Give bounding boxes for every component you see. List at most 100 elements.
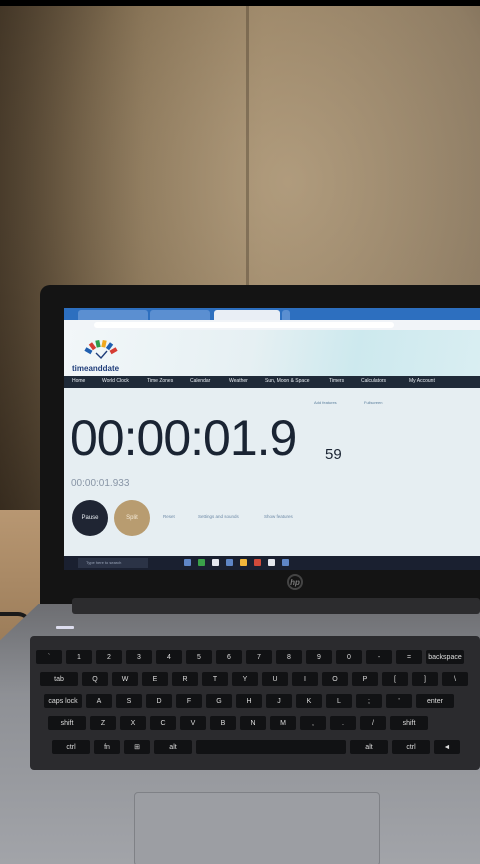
pause-button[interactable]: Pause	[72, 500, 108, 536]
keyboard-key[interactable]: H	[236, 694, 262, 708]
keyboard-key[interactable]: S	[116, 694, 142, 708]
nav-my-account[interactable]: My Account	[409, 378, 435, 384]
nav-world-clock[interactable]: World Clock	[102, 378, 129, 384]
keyboard-key[interactable]: ◄	[434, 740, 460, 754]
keyboard-key[interactable]: tab	[40, 672, 78, 686]
keyboard-key[interactable]: ]	[412, 672, 438, 686]
nav-calculators[interactable]: Calculators	[361, 378, 386, 384]
browser-tab-active[interactable]	[214, 310, 280, 320]
keyboard-key[interactable]: 4	[156, 650, 182, 664]
nav-calendar[interactable]: Calendar	[190, 378, 210, 384]
keyboard-key[interactable]	[196, 740, 346, 754]
keyboard-key[interactable]: fn	[94, 740, 120, 754]
keyboard-key[interactable]: [	[382, 672, 408, 686]
keyboard-key[interactable]: U	[262, 672, 288, 686]
keyboard-key[interactable]: C	[150, 716, 176, 730]
taskbar-icon[interactable]	[198, 559, 205, 566]
keyboard-key[interactable]: Y	[232, 672, 258, 686]
keyboard-key[interactable]: shift	[390, 716, 428, 730]
keyboard-key[interactable]: 0	[336, 650, 362, 664]
browser-tab[interactable]	[78, 310, 148, 320]
keyboard-key[interactable]: G	[206, 694, 232, 708]
show-features-link[interactable]: Show features	[264, 514, 293, 519]
keyboard-key[interactable]: E	[142, 672, 168, 686]
keyboard-key[interactable]: L	[326, 694, 352, 708]
keyboard-key[interactable]: caps lock	[44, 694, 82, 708]
logo-segment	[95, 339, 101, 348]
keyboard-key[interactable]: P	[352, 672, 378, 686]
taskbar-icon[interactable]	[226, 559, 233, 566]
keyboard-key[interactable]: enter	[416, 694, 454, 708]
keyboard-key[interactable]: `	[36, 650, 62, 664]
nav-home[interactable]: Home	[72, 378, 85, 384]
keyboard-key[interactable]: \	[442, 672, 468, 686]
taskbar-icon[interactable]	[212, 559, 219, 566]
keyboard-key[interactable]: '	[386, 694, 412, 708]
taskbar-icon[interactable]	[282, 559, 289, 566]
keyboard-key[interactable]: X	[120, 716, 146, 730]
new-tab-button[interactable]	[282, 310, 290, 320]
keyboard-key[interactable]: .	[330, 716, 356, 730]
settings-link[interactable]: Settings and sounds	[198, 514, 239, 519]
nav-sun-moon-space[interactable]: Sun, Moon & Space	[265, 378, 309, 384]
keyboard-key[interactable]: 7	[246, 650, 272, 664]
add-features-link[interactable]: Add features	[314, 400, 337, 405]
keyboard-key[interactable]: 5	[186, 650, 212, 664]
split-button[interactable]: Split	[114, 500, 150, 536]
photo-scene: timeanddate Home World Clock Time Zones …	[0, 0, 480, 864]
keyboard-key[interactable]: 8	[276, 650, 302, 664]
browser-tab[interactable]	[150, 310, 210, 320]
keyboard-key[interactable]: B	[210, 716, 236, 730]
keyboard-key[interactable]: 3	[126, 650, 152, 664]
keyboard-key[interactable]: N	[240, 716, 266, 730]
keyboard-key[interactable]: Q	[82, 672, 108, 686]
keyboard-key[interactable]: =	[396, 650, 422, 664]
keyboard-key[interactable]: 6	[216, 650, 242, 664]
url-input[interactable]	[94, 322, 394, 328]
keyboard-key[interactable]: I	[292, 672, 318, 686]
keyboard-key[interactable]: 9	[306, 650, 332, 664]
taskbar-icon[interactable]	[240, 559, 247, 566]
keyboard-key[interactable]: /	[360, 716, 386, 730]
nav-weather[interactable]: Weather	[229, 378, 248, 384]
keyboard-key[interactable]: V	[180, 716, 206, 730]
site-logo-text[interactable]: timeanddate	[72, 364, 119, 373]
nav-time-zones[interactable]: Time Zones	[147, 378, 173, 384]
keyboard-key[interactable]: F	[176, 694, 202, 708]
touchpad[interactable]	[134, 792, 380, 864]
keyboard-key[interactable]: R	[172, 672, 198, 686]
keyboard-key[interactable]: D	[146, 694, 172, 708]
keyboard-key[interactable]: -	[366, 650, 392, 664]
taskbar-icon[interactable]	[268, 559, 275, 566]
nav-timers[interactable]: Timers	[329, 378, 344, 384]
keyboard-key[interactable]: ,	[300, 716, 326, 730]
laptop-screen: timeanddate Home World Clock Time Zones …	[64, 308, 480, 570]
taskbar-icon[interactable]	[254, 559, 261, 566]
reset-button[interactable]: Reset	[163, 514, 175, 519]
fullscreen-link[interactable]: Fullscreen	[364, 400, 382, 405]
keyboard-key[interactable]: K	[296, 694, 322, 708]
keyboard-key[interactable]: T	[202, 672, 228, 686]
keyboard-key[interactable]: 2	[96, 650, 122, 664]
keyboard-key[interactable]: Z	[90, 716, 116, 730]
keyboard-key[interactable]: backspace	[426, 650, 464, 664]
timeanddate-logo-icon[interactable]	[80, 338, 122, 360]
logo-segment	[88, 342, 97, 351]
keyboard-key[interactable]: ctrl	[52, 740, 90, 754]
taskbar-search[interactable]: Type here to search	[78, 558, 148, 568]
keyboard-key[interactable]: J	[266, 694, 292, 708]
keyboard-key[interactable]: alt	[350, 740, 388, 754]
keyboard-key[interactable]: A	[86, 694, 112, 708]
keyboard-key[interactable]: M	[270, 716, 296, 730]
keyboard-key[interactable]: O	[322, 672, 348, 686]
keyboard-key[interactable]: W	[112, 672, 138, 686]
keyboard-key[interactable]: shift	[48, 716, 86, 730]
keyboard-key[interactable]: alt	[154, 740, 192, 754]
taskbar-icon[interactable]	[184, 559, 191, 566]
keyboard-key[interactable]: ;	[356, 694, 382, 708]
keyboard-key[interactable]: ⊞	[124, 740, 150, 754]
wall-fold	[246, 0, 249, 290]
site-header	[64, 330, 480, 376]
keyboard-key[interactable]: ctrl	[392, 740, 430, 754]
keyboard-key[interactable]: 1	[66, 650, 92, 664]
